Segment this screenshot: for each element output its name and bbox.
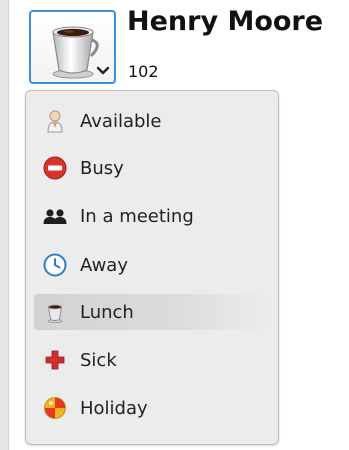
no-entry-icon xyxy=(42,155,68,181)
status-item-label: Away xyxy=(80,254,128,276)
status-item-sick[interactable]: Sick xyxy=(34,342,270,378)
coffee-cup-icon xyxy=(42,299,68,325)
status-item-lunch[interactable]: Lunch xyxy=(34,294,270,330)
status-item-label: Lunch xyxy=(80,301,134,323)
status-item-label: Available xyxy=(80,110,162,132)
status-item-label: In a meeting xyxy=(80,205,194,227)
clock-icon xyxy=(42,252,68,278)
user-name: Henry Moore xyxy=(127,6,324,37)
window-edge xyxy=(0,0,9,450)
status-item-label: Busy xyxy=(80,157,124,179)
status-avatar-button[interactable] xyxy=(29,10,116,84)
status-item-away[interactable]: Away xyxy=(34,247,270,283)
status-item-label: Holiday xyxy=(80,397,148,419)
user-extension: 102 xyxy=(128,62,159,81)
meeting-people-icon xyxy=(42,203,68,229)
chevron-down-icon xyxy=(96,61,110,80)
coffee-cup-icon xyxy=(45,18,101,84)
beach-ball-icon xyxy=(42,395,68,421)
person-icon xyxy=(42,108,68,134)
red-cross-icon xyxy=(42,347,68,373)
status-item-busy[interactable]: Busy xyxy=(34,150,270,186)
status-menu: Available Busy In a meeting Away Lunch S… xyxy=(25,90,279,445)
status-item-label: Sick xyxy=(80,349,117,371)
status-item-available[interactable]: Available xyxy=(34,103,270,139)
status-item-holiday[interactable]: Holiday xyxy=(34,390,270,426)
status-item-in-a-meeting[interactable]: In a meeting xyxy=(34,198,270,234)
